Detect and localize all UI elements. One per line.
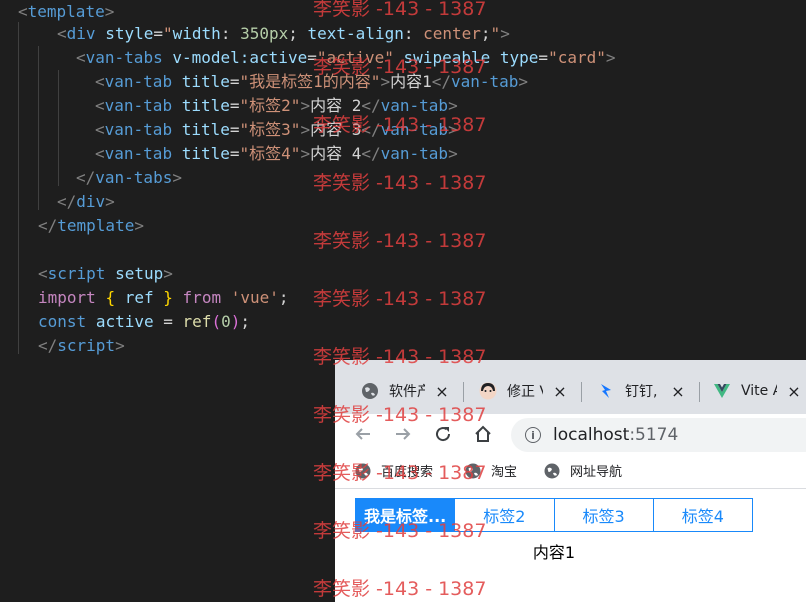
info-icon[interactable]: i <box>525 427 541 443</box>
globe-icon <box>465 463 481 478</box>
code-line: <template> <box>18 2 115 21</box>
code-line: </div> <box>57 192 115 211</box>
bookmark-item[interactable]: 淘宝 <box>465 461 517 480</box>
browser-tab[interactable]: Vite A × <box>713 376 801 406</box>
page-viewport: 我是标签... 标签2 标签3 标签4 内容1 <box>335 489 806 602</box>
bookmark-item[interactable]: 网址导航 <box>544 461 622 480</box>
browser-tab[interactable]: 钉钉, × <box>597 376 685 406</box>
dingtalk-icon <box>597 382 615 400</box>
bookmarks-bar: 百度搜索 淘宝 网址导航 <box>335 454 806 489</box>
vue-icon <box>713 382 731 400</box>
browser-toolbar: i localhost:5174 <box>335 414 806 454</box>
indent-guide <box>18 22 19 354</box>
globe-icon <box>355 463 371 478</box>
address-bar[interactable]: i localhost:5174 <box>511 418 806 452</box>
tab-3[interactable]: 标签3 <box>555 499 654 531</box>
tab-4[interactable]: 标签4 <box>654 499 752 531</box>
reload-icon[interactable] <box>431 422 455 446</box>
browser-tab[interactable]: 修正 V × <box>479 376 567 406</box>
url-text: localhost:5174 <box>553 425 679 445</box>
bookmark-item[interactable]: 百度搜索 <box>355 461 433 480</box>
close-icon[interactable]: × <box>553 382 567 401</box>
close-icon[interactable]: × <box>787 382 801 401</box>
code-line: <script setup> <box>38 264 173 283</box>
code-line: <van-tabs v-model:active="active" swipea… <box>76 48 616 67</box>
close-icon[interactable]: × <box>435 382 449 401</box>
back-icon[interactable] <box>351 422 375 446</box>
forward-icon[interactable] <box>391 422 415 446</box>
code-line: <van-tab title="标签4">内容 4</van-tab> <box>95 144 458 163</box>
close-icon[interactable]: × <box>671 382 685 401</box>
code-line: </van-tabs> <box>76 168 182 187</box>
avatar-icon <box>479 382 497 400</box>
code-line: <van-tab title="我是标签1的内容">内容1</van-tab> <box>95 72 529 91</box>
code-line: <van-tab title="标签2">内容 2</van-tab> <box>95 96 458 115</box>
home-icon[interactable] <box>471 422 495 446</box>
globe-icon <box>544 463 560 478</box>
code-line: </script> <box>38 336 125 355</box>
code-line: <van-tab title="标签3">内容 3</van-tab> <box>95 120 458 139</box>
code-line: <div style="width: 350px; text-align: ce… <box>57 24 510 43</box>
tab-1[interactable]: 我是标签... <box>356 499 456 531</box>
indent-guide <box>38 46 39 210</box>
browser-tab[interactable]: 软件产 × <box>361 376 449 406</box>
globe-icon <box>361 382 379 400</box>
indent-guide <box>58 70 59 186</box>
tab-separator <box>463 382 464 402</box>
tab-separator <box>581 382 582 402</box>
card-tabs: 我是标签... 标签2 标签3 标签4 <box>355 498 753 532</box>
browser-window: 软件产 × 修正 V × 钉钉, × Vite A × <box>335 360 806 602</box>
browser-tab-strip: 软件产 × 修正 V × 钉钉, × Vite A × <box>335 360 806 414</box>
tab-separator <box>699 382 700 402</box>
tab-content: 内容1 <box>532 543 576 562</box>
code-line: import { ref } from 'vue'; <box>38 288 289 307</box>
tab-2[interactable]: 标签2 <box>455 499 555 531</box>
code-line: </template> <box>38 216 144 235</box>
code-line: const active = ref(0); <box>38 312 250 331</box>
